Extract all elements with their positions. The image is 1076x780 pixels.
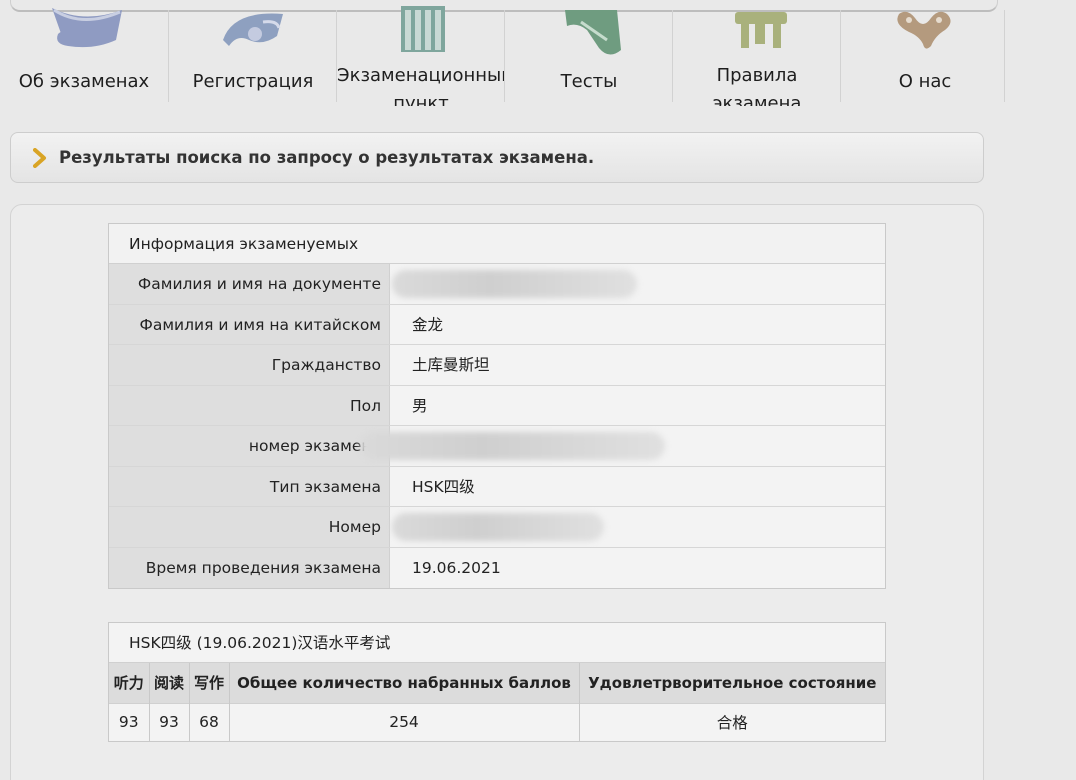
table-row: Тип экзамена HSK四级: [109, 466, 885, 507]
chevron-right-icon: [33, 147, 46, 168]
candidate-info-table: Информация экзаменуемых Фамилия и имя на…: [108, 223, 886, 589]
column-header-writing: 写作: [189, 663, 230, 703]
nav-label: Экзаменационный пункт: [337, 65, 505, 106]
nav-label: Об экзаменах: [18, 71, 150, 92]
table-row: Время проведения экзамена 19.06.2021: [109, 547, 885, 588]
column-header-listening: 听力: [109, 663, 150, 703]
table-row: Пол 男: [109, 385, 885, 426]
nav-item-exam-center[interactable]: Экзаменационный пункт: [337, 0, 505, 106]
table-row: Фамилия и имя на китайском 金龙: [109, 304, 885, 345]
redacted-blur: [360, 432, 665, 460]
nav-label: Тесты: [560, 71, 618, 92]
nav-label: Регистрация: [192, 71, 314, 92]
score-heading: HSK四级 (19.06.2021)汉语水平考试: [109, 623, 885, 663]
score-table: 听力 阅读 写作 Общее количество набранных балл…: [109, 663, 885, 741]
total-score: 254: [229, 702, 580, 741]
row-value: [389, 264, 885, 304]
score-table-block: HSK四级 (19.06.2021)汉语水平考试 听力 阅读 写作 Общее …: [108, 622, 886, 742]
nav-item-registration[interactable]: Регистрация: [169, 0, 337, 106]
main-nav: Об экзаменах Регистрация Экзаменационный…: [0, 0, 1010, 106]
row-label: Гражданство: [109, 345, 389, 385]
nav-item-about-exams[interactable]: Об экзаменах: [0, 0, 168, 106]
nav-item-exam-rules[interactable]: Правила экзамена: [673, 0, 841, 106]
table-row: Гражданство 土库曼斯坦: [109, 345, 885, 386]
table-row: Номер: [109, 507, 885, 548]
column-header-reading: 阅读: [149, 663, 190, 703]
row-label: номер экзамена: [109, 426, 389, 466]
table-row: 93 93 68 254 合格: [109, 702, 885, 741]
row-label: Пол: [109, 385, 389, 425]
scroll-icon: [0, 0, 168, 62]
listening-score: 93: [109, 702, 150, 741]
ornament-icon: [841, 0, 1009, 62]
results-title-bar: Результаты поиска по запросу о результат…: [10, 132, 984, 183]
writing-score: 68: [189, 702, 230, 741]
pass-status: 合格: [579, 702, 885, 741]
row-value: 19.06.2021: [389, 547, 885, 588]
row-value: 男: [389, 385, 885, 425]
book-icon: [505, 0, 673, 62]
column-header-status: Удовлетрворительное состояние: [579, 663, 885, 703]
redacted-blur: [392, 270, 637, 298]
row-value: 土库曼斯坦: [389, 345, 885, 385]
row-label: Фамилия и имя на документе: [109, 264, 389, 304]
nav-divider: [1004, 10, 1005, 102]
fan-icon: [169, 0, 337, 62]
table-icon: [673, 0, 841, 62]
reading-score: 93: [149, 702, 190, 741]
row-value: [360, 426, 885, 466]
nav-label: О нас: [898, 71, 952, 92]
row-label: Фамилия и имя на китайском: [109, 304, 389, 344]
candidate-info-heading: Информация экзаменуемых: [109, 224, 885, 264]
table-row: номер экзамена: [109, 426, 885, 467]
row-label: Тип экзамена: [109, 466, 389, 506]
redacted-blur: [392, 513, 604, 541]
page-title: Результаты поиска по запросу о результат…: [59, 148, 595, 167]
table-row: Фамилия и имя на документе: [109, 264, 885, 305]
row-value: HSK四级: [389, 466, 885, 506]
row-label: Время проведения экзамена: [109, 547, 389, 588]
nav-label: Правила экзамена: [712, 65, 802, 106]
row-label: Номер: [109, 507, 389, 547]
table-header-row: 听力 阅读 写作 Общее количество набранных балл…: [109, 663, 885, 703]
building-icon: [337, 0, 505, 62]
column-header-total: Общее количество набранных баллов: [229, 663, 580, 703]
row-value: [389, 507, 885, 547]
nav-item-tests[interactable]: Тесты: [505, 0, 673, 106]
nav-item-about-us[interactable]: О нас: [841, 0, 1009, 106]
row-value: 金龙: [389, 304, 885, 344]
